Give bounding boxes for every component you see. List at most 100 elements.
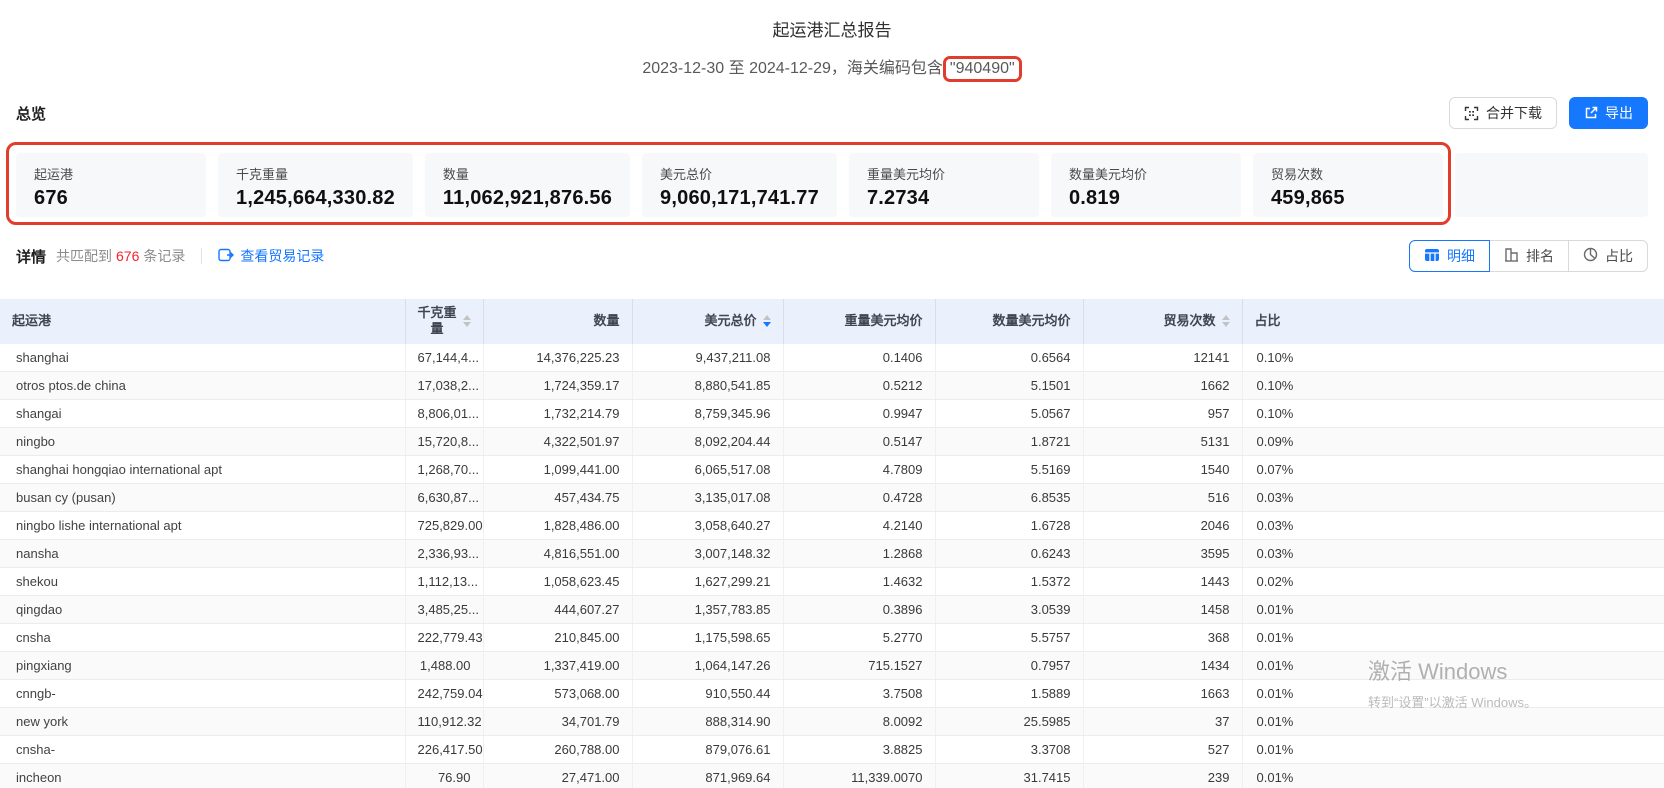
cell-美元总价: 8,759,345.96 xyxy=(632,400,783,428)
table-row: new york110,912.3234,701.79888,314.908.0… xyxy=(0,708,1664,736)
sort-icon xyxy=(463,315,471,327)
cell-美元总价: 3,007,148.32 xyxy=(632,540,783,568)
cell-数量: 27,471.00 xyxy=(483,764,632,788)
cell-千克重量: 226,417.50 xyxy=(405,736,483,764)
column-header-贸易次数[interactable]: 贸易次数 xyxy=(1083,299,1242,344)
report-page: 起运港汇总报告 2023-12-30 至 2024-12-29，海关编码包含"9… xyxy=(0,0,1664,788)
cell-贸易次数: 1443 xyxy=(1083,568,1242,596)
cell-贸易次数: 1662 xyxy=(1083,372,1242,400)
cell-重量美元均价: 4.7809 xyxy=(783,456,935,484)
column-label: 数量美元均价 xyxy=(992,313,1070,329)
tab-排名[interactable]: 排名 xyxy=(1489,240,1569,272)
cell-数量: 14,376,225.23 xyxy=(483,344,632,372)
cell-数量美元均价: 25.5985 xyxy=(935,708,1083,736)
tab-label: 占比 xyxy=(1605,246,1633,266)
matched-suffix: 条记录 xyxy=(143,248,185,264)
column-header-千克重量[interactable]: 千克重量 xyxy=(405,299,483,344)
sort-icon xyxy=(763,315,771,327)
cell-数量美元均价: 3.3708 xyxy=(935,736,1083,764)
report-date-range: 2023-12-30 至 2024-12-29，海关编码包含 xyxy=(642,60,943,77)
trade-records-icon xyxy=(218,248,234,265)
card-label: 美元总价 xyxy=(660,164,819,183)
matched-prefix: 共匹配到 xyxy=(56,248,112,264)
cell-占比: 0.09% xyxy=(1242,428,1664,456)
cell-美元总价: 888,314.90 xyxy=(632,708,783,736)
cell-起运港: cnsha xyxy=(0,624,405,652)
pie-icon xyxy=(1583,247,1598,265)
card-value: 9,060,171,741.77 xyxy=(660,187,819,210)
column-label: 起运港 xyxy=(12,313,51,329)
cell-重量美元均价: 11,339.0070 xyxy=(783,764,935,788)
cell-占比: 0.03% xyxy=(1242,484,1664,512)
cell-占比: 0.10% xyxy=(1242,400,1664,428)
cell-贸易次数: 3595 xyxy=(1083,540,1242,568)
cell-美元总价: 6,065,517.08 xyxy=(632,456,783,484)
cell-贸易次数: 12141 xyxy=(1083,344,1242,372)
cell-占比: 0.03% xyxy=(1242,512,1664,540)
detail-summary: 详情 共匹配到676条记录 查看贸易记录 xyxy=(16,246,324,267)
tab-占比[interactable]: 占比 xyxy=(1568,240,1648,272)
tab-明细[interactable]: 明细 xyxy=(1409,240,1490,272)
cell-千克重量: 1,268,70... xyxy=(405,456,483,484)
cell-数量: 1,337,419.00 xyxy=(483,652,632,680)
column-label: 数量 xyxy=(593,313,619,329)
ranking-icon xyxy=(1504,248,1519,265)
cell-千克重量: 222,779.43 xyxy=(405,624,483,652)
cell-数量美元均价: 31.7415 xyxy=(935,764,1083,788)
cell-千克重量: 17,038,2... xyxy=(405,372,483,400)
table-row: shangai8,806,01...1,732,214.798,759,345.… xyxy=(0,400,1664,428)
cell-千克重量: 110,912.32 xyxy=(405,708,483,736)
cell-起运港: incheon xyxy=(0,764,405,788)
matched-records-text: 共匹配到676条记录 xyxy=(56,246,185,266)
cell-美元总价: 3,058,640.27 xyxy=(632,512,783,540)
cell-美元总价: 871,969.64 xyxy=(632,764,783,788)
cell-占比: 0.01% xyxy=(1242,596,1664,624)
cell-数量美元均价: 1.6728 xyxy=(935,512,1083,540)
cell-重量美元均价: 0.5147 xyxy=(783,428,935,456)
cell-美元总价: 1,357,783.85 xyxy=(632,596,783,624)
cell-千克重量: 6,630,87... xyxy=(405,484,483,512)
cell-千克重量: 725,829.00 xyxy=(405,512,483,540)
cell-千克重量: 67,144,4... xyxy=(405,344,483,372)
cell-贸易次数: 239 xyxy=(1083,764,1242,788)
table-row: shanghai hongqiao international apt1,268… xyxy=(0,456,1664,484)
cell-起运港: shangai xyxy=(0,400,405,428)
column-header-美元总价[interactable]: 美元总价 xyxy=(632,299,783,344)
cell-千克重量: 1,112,13... xyxy=(405,568,483,596)
cell-千克重量: 3,485,25... xyxy=(405,596,483,624)
detail-table: 起运港千克重量数量美元总价重量美元均价数量美元均价贸易次数占比 shanghai… xyxy=(0,299,1664,788)
cell-重量美元均价: 5.2770 xyxy=(783,624,935,652)
cell-占比: 0.01% xyxy=(1242,680,1664,708)
sort-caret-down-icon xyxy=(763,322,771,327)
table-row: cnsha-226,417.50260,788.00879,076.613.88… xyxy=(0,736,1664,764)
summary-card-2: 千克重量1,245,664,330.82 xyxy=(218,153,413,217)
cell-美元总价: 3,135,017.08 xyxy=(632,484,783,512)
cell-数量: 1,099,441.00 xyxy=(483,456,632,484)
report-subtitle: 2023-12-30 至 2024-12-29，海关编码包含"940490" xyxy=(0,54,1664,79)
cell-起运港: shanghai hongqiao international apt xyxy=(0,456,405,484)
card-value: 1,245,664,330.82 xyxy=(236,187,395,210)
overview-section-label: 总览 xyxy=(16,103,46,124)
cell-重量美元均价: 8.0092 xyxy=(783,708,935,736)
cell-数量美元均价: 1.5372 xyxy=(935,568,1083,596)
cell-数量: 1,724,359.17 xyxy=(483,372,632,400)
sort-icon xyxy=(1222,315,1230,327)
cell-美元总价: 8,092,204.44 xyxy=(632,428,783,456)
cell-数量: 457,434.75 xyxy=(483,484,632,512)
cell-数量: 34,701.79 xyxy=(483,708,632,736)
cell-起运港: ningbo lishe international apt xyxy=(0,512,405,540)
cell-数量: 1,732,214.79 xyxy=(483,400,632,428)
cell-数量美元均价: 0.6564 xyxy=(935,344,1083,372)
merge-download-button[interactable]: 合并下载 xyxy=(1449,97,1557,129)
tab-label: 排名 xyxy=(1526,246,1554,266)
summary-card-empty xyxy=(1455,153,1648,217)
cell-数量: 1,828,486.00 xyxy=(483,512,632,540)
summary-card-7: 贸易次数459,865 xyxy=(1253,153,1443,217)
cell-重量美元均价: 0.5212 xyxy=(783,372,935,400)
export-button[interactable]: 导出 xyxy=(1569,97,1648,129)
column-label: 千克重量 xyxy=(418,305,457,338)
cell-美元总价: 9,437,211.08 xyxy=(632,344,783,372)
view-trade-records-link[interactable]: 查看贸易记录 xyxy=(218,246,324,266)
cell-千克重量: 2,336,93... xyxy=(405,540,483,568)
cell-起运港: shanghai xyxy=(0,344,405,372)
